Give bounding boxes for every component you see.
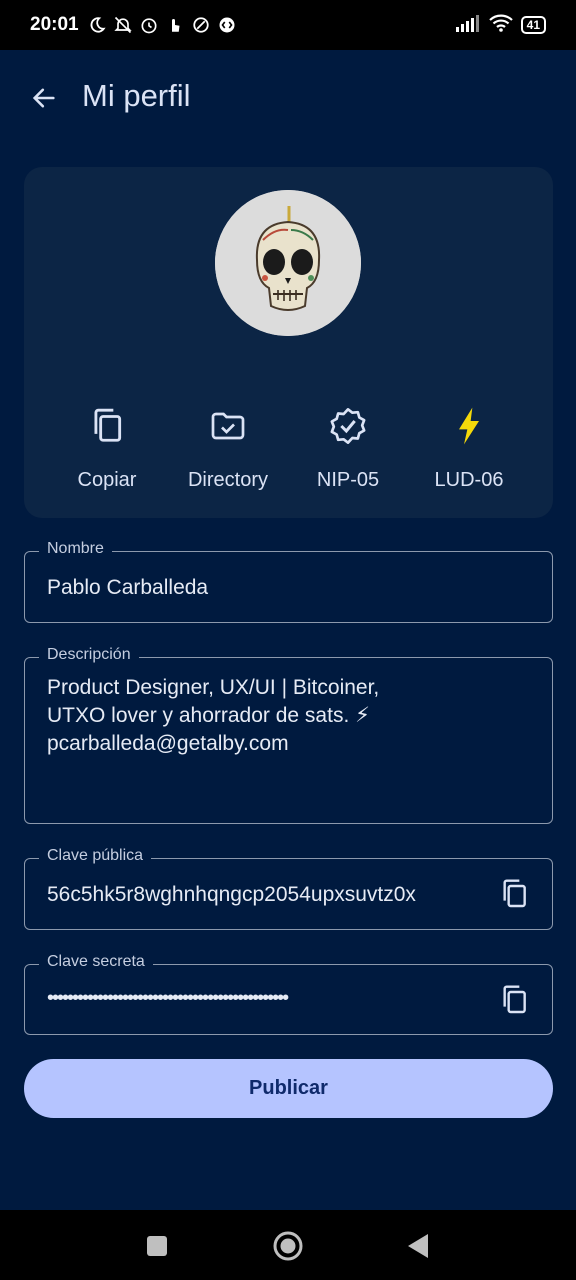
name-field-value[interactable]: Pablo Carballeda (47, 576, 208, 600)
avatar[interactable] (215, 190, 361, 336)
description-field-value[interactable]: Product Designer, UX/UI | Bitcoiner, UTX… (47, 674, 379, 758)
nip05-button[interactable]: NIP-05 (288, 397, 408, 497)
status-icons (87, 15, 237, 35)
profile-card: Copiar Directory NIP-05 LUD-06 (24, 167, 553, 518)
public-key-field-value[interactable]: 56c5hk5r8wghnhqngcp2054upxsuvtz0x (47, 883, 477, 907)
secret-key-field[interactable]: Clave secreta ••••••••••••••••••••••••••… (24, 953, 553, 1035)
back-triangle-icon (408, 1234, 428, 1258)
skull-avatar (215, 190, 361, 336)
copy-profile-button[interactable]: Copiar (47, 397, 167, 497)
status-right: 41 (455, 14, 546, 37)
secret-key-field-value[interactable]: ••••••••••••••••••••••••••••••••••••••••… (47, 987, 473, 1010)
lightning-icon (459, 407, 479, 445)
shazam-icon (217, 15, 237, 35)
page-title: Mi perfil (82, 78, 191, 113)
folder-check-icon (211, 412, 245, 440)
alarm-icon (139, 15, 159, 35)
description-line: Product Designer, UX/UI | Bitcoiner, (47, 676, 380, 699)
copy-public-key-button[interactable] (498, 877, 530, 911)
lud06-button[interactable]: LUD-06 (409, 397, 529, 497)
public-key-field-label: Clave pública (39, 847, 152, 865)
status-bar: 20:01 41 (0, 0, 576, 50)
mute-icon (113, 15, 133, 35)
nav-back-button[interactable] (400, 1228, 436, 1264)
copy-icon (503, 879, 526, 908)
verified-badge-icon (330, 408, 366, 444)
recents-button[interactable] (139, 1228, 175, 1264)
name-field-label: Nombre (39, 540, 112, 558)
action-label-copy: Copiar (77, 469, 137, 491)
description-line: UTXO lover y ahorrador de sats. ⚡ (47, 704, 370, 727)
action-label-lud06: LUD-06 (434, 469, 504, 491)
action-label-nip05: NIP-05 (316, 469, 380, 491)
top-app-bar: Mi perfil (0, 50, 576, 145)
status-time: 20:01 (30, 14, 79, 35)
description-field[interactable]: Descripción Product Designer, UX/UI | Bi… (24, 646, 553, 824)
signal-icon (455, 14, 481, 37)
wifi-icon (488, 14, 513, 37)
name-field[interactable]: Nombre Pablo Carballeda (24, 540, 553, 623)
action-label-directory: Directory (187, 469, 268, 491)
copy-icon (503, 985, 526, 1014)
copy-secret-key-button[interactable] (498, 983, 530, 1017)
copy-icon (94, 408, 122, 442)
publish-button[interactable]: Publicar (24, 1059, 553, 1118)
home-button[interactable] (270, 1228, 306, 1264)
battery-icon: 41 (520, 16, 546, 34)
description-line: pcarballeda@getalby.com (47, 732, 289, 755)
public-key-field[interactable]: Clave pública 56c5hk5r8wghnhqngcp2054upx… (24, 847, 553, 930)
moon-icon (87, 15, 107, 35)
system-nav-bar (0, 1210, 576, 1280)
arrow-back-icon (32, 88, 55, 108)
recents-icon (147, 1236, 167, 1256)
home-icon (273, 1231, 303, 1261)
directory-button[interactable]: Directory (168, 397, 288, 497)
secret-key-field-label: Clave secreta (39, 953, 153, 971)
hand-icon (165, 15, 185, 35)
back-button[interactable] (22, 80, 66, 116)
description-field-label: Descripción (39, 646, 139, 664)
shield-icon (191, 15, 211, 35)
